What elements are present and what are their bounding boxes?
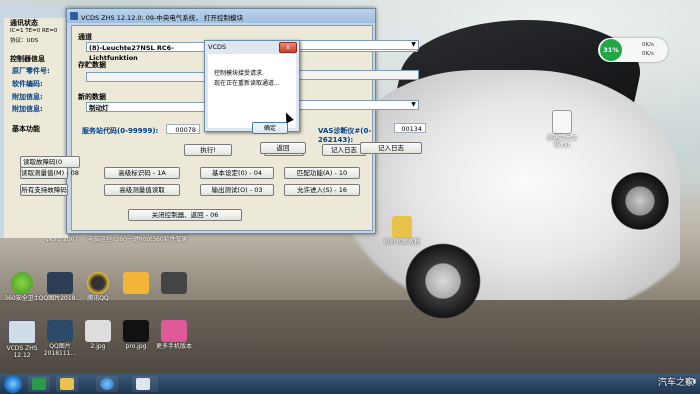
- car-front-wheel: [400, 238, 486, 324]
- advanced-id-button[interactable]: 高级标识码 - 1A: [104, 167, 180, 179]
- window-titlebar[interactable]: VCDS ZHS 12.12.0: 09-中央电气系统， 打开控制模块: [67, 9, 375, 23]
- desktop-icon-more[interactable]: 更多手机版本: [152, 320, 196, 350]
- new-data-value: 制动灯: [89, 104, 109, 112]
- ie-icon: [100, 378, 114, 390]
- qq-penguin-icon: [87, 272, 109, 294]
- output-test-button[interactable]: 输出测试(O) - 03: [200, 184, 274, 196]
- extra-info-label-2: 附加信息:: [12, 105, 43, 113]
- image-thumb-icon: [47, 272, 73, 294]
- usage-percent: 31%: [600, 39, 622, 61]
- desktop-icon-label: VCDS ZHS 12.12: [6, 345, 38, 359]
- stored-data-field: [86, 72, 206, 82]
- desktop-icon-label: 好好和卖教程: [383, 239, 420, 246]
- new-data-label: 新的数据: [78, 93, 106, 101]
- desktop-icon-label: QQ图片2018111...: [43, 343, 77, 357]
- desktop-icon-textfile[interactable]: 新建文本文档.txt: [540, 110, 584, 149]
- app-icon: [161, 272, 187, 294]
- service-code-field[interactable]: 00078: [166, 124, 200, 134]
- desktop-icon-label: pro.jpg: [125, 343, 147, 350]
- service-code-label: 服务站代码(0-99999):: [82, 127, 159, 135]
- download-rate: 0K/s: [642, 51, 654, 57]
- vcds-icon: [8, 320, 36, 344]
- taskbar-item-media[interactable]: [28, 376, 50, 392]
- log-button-right[interactable]: 记入日志: [360, 142, 422, 154]
- channel-label: 通道: [78, 33, 92, 41]
- new-data-dropdown[interactable]: 制动灯: [86, 102, 206, 112]
- comm-status-values: IC=1 TE=0 RE=0: [10, 28, 58, 34]
- close-icon[interactable]: x: [279, 42, 297, 53]
- desktop-icon-360soft[interactable]: 360软件管家: [148, 236, 192, 243]
- dialog-message-line1: 控制模块接受请求.: [214, 70, 264, 77]
- desktop-icon-label: 更多手机版本: [155, 343, 192, 350]
- car-rear-wheel: [610, 165, 670, 237]
- read-measure-button[interactable]: 读取测量值(M) - 08: [20, 167, 79, 179]
- channel-dropdown[interactable]: (8)-Leuchte27NSL RC6-Lichtfunktion: [86, 42, 206, 62]
- basic-func-label: 基本功能: [12, 125, 40, 133]
- protocol-label: 协议：UDS: [10, 38, 39, 44]
- ok-button[interactable]: 确定: [252, 122, 288, 134]
- vcds-app-icon: [70, 12, 78, 20]
- image-thumb-icon: [123, 320, 149, 342]
- part-no-label: 原厂零件号:: [12, 67, 50, 75]
- watermark: 汽车之家: [657, 378, 694, 388]
- taskbar-item-ie[interactable]: [96, 376, 118, 392]
- desktop-icon-label: 360一键Root: [115, 236, 153, 243]
- app-icon: [161, 320, 187, 342]
- chevron-down-icon: ▼: [411, 101, 416, 108]
- 360-safe-icon: [11, 272, 33, 294]
- desktop-icon-label: 360软件管家: [152, 236, 188, 243]
- all-fault-button[interactable]: 所有支持故障码: [20, 184, 68, 196]
- desktop-icon-label: 2.jpg: [90, 343, 106, 350]
- vcds-icon: [136, 378, 150, 390]
- taskbar: ◐ ▮: [0, 374, 700, 394]
- dialog-message-line2: 现在正在重新读取通道...: [214, 80, 280, 87]
- match-function-button[interactable]: 匹配功能(A) - 10: [284, 167, 360, 179]
- desktop-icon-label: 新建文本文档.txt: [546, 135, 577, 149]
- desktop-icon-label: QQ图片2018...: [38, 295, 82, 302]
- image-thumb-icon: [85, 320, 111, 342]
- desktop-icon-label: 腾讯QQ: [87, 295, 109, 302]
- chevron-down-icon: ▼: [411, 41, 416, 48]
- image-thumb-icon: [47, 320, 73, 342]
- media-icon: [32, 378, 46, 390]
- app-icon: [123, 272, 149, 294]
- extra-info-label-1: 附加信息:: [12, 93, 43, 101]
- window-title: VCDS ZHS 12.12.0: 09-中央电气系统， 打开控制模块: [81, 14, 243, 22]
- folder-icon: [392, 216, 412, 238]
- explorer-icon: [60, 378, 74, 390]
- taskbar-item-explorer[interactable]: [56, 376, 78, 392]
- desktop-icon-tutorial[interactable]: 好好和卖教程: [380, 216, 424, 246]
- comm-status-label: 通讯状态: [10, 19, 38, 27]
- text-file-icon: [552, 110, 572, 134]
- close-controller-button[interactable]: 关闭控制器、返回 - 06: [128, 209, 242, 221]
- basic-settings-button[interactable]: 基本设定(0) - 04: [200, 167, 274, 179]
- module-info-label: 控制器信息: [10, 55, 45, 63]
- upload-rate: 0K/s: [642, 42, 654, 48]
- back-button-right[interactable]: 返回: [260, 142, 306, 154]
- start-orb-icon[interactable]: [4, 375, 22, 393]
- vas-field[interactable]: 00134: [394, 123, 426, 133]
- dialog-title: VCDS: [208, 43, 227, 51]
- advanced-measure-button[interactable]: 高级测量值读取: [104, 184, 180, 196]
- stored-data-label: 存贮数据: [78, 61, 106, 69]
- login-button[interactable]: 允许进入(S) - 16: [284, 184, 360, 196]
- software-label: 软件编码:: [12, 80, 43, 88]
- speed-widget[interactable]: 31% 0K/s 0K/s: [598, 38, 668, 62]
- execute-button[interactable]: 执行!: [184, 144, 232, 156]
- desktop-icon-app2[interactable]: [152, 272, 196, 295]
- taskbar-item-vcds[interactable]: [132, 376, 158, 392]
- desktop-icon-label: 电脑运程: [87, 236, 112, 243]
- desktop-icon-label: 360安全卫士: [4, 295, 40, 302]
